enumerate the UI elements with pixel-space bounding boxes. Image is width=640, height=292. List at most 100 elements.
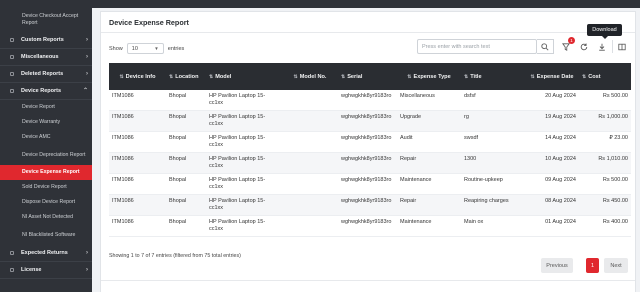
table-row[interactable]: ITM1086 Bhopal HP Pavilion Laptop 15-cc1xx… [109, 215, 631, 237]
table-cell: Reapiring charges [461, 194, 525, 216]
table-cell: ₽ 23.00 [579, 131, 631, 153]
table-row[interactable]: ITM1086 Bhopal HP Pavilion Laptop 15-cc1xx… [109, 131, 631, 153]
table-cell: Routine-upkeep [461, 173, 525, 195]
menu-icon [10, 72, 14, 76]
column-header[interactable]: ⇅ Model [206, 63, 282, 90]
sidebar-item-device-report[interactable]: Device Report [0, 100, 92, 115]
title-divider [101, 32, 635, 33]
sort-icon: ⇅ [464, 73, 469, 80]
show-label: Show [109, 45, 123, 52]
entries-select[interactable]: 10 ▼ [126, 43, 164, 54]
table-cell: 10 Aug 2024 [525, 152, 579, 174]
sidebar-item-license[interactable]: License › [0, 262, 92, 279]
sidebar-item-label: Device Depreciation Report [22, 151, 86, 158]
sidebar-item-device-amc[interactable]: Device AMC [0, 130, 92, 145]
table-cell: Bhopal [166, 215, 206, 237]
table-row[interactable]: ITM1086 Bhopal HP Pavilion Laptop 15-cc1xx… [109, 90, 631, 111]
table-cell: Bhopal [166, 131, 206, 153]
column-header[interactable]: ⇅ Cost [579, 63, 631, 90]
menu-icon [10, 38, 14, 42]
chevron-right-icon: › [86, 37, 88, 43]
sidebar-item-device-reports[interactable]: Device Reports ⌃ [0, 83, 92, 100]
sidebar-item-ni-asset-not-detected[interactable]: NI Asset Not Detected [0, 210, 92, 225]
table-cell: HP Pavilion Laptop 15-cc1xx [206, 131, 282, 153]
table-info: Showing 1 to 7 of 7 entries (filtered fr… [109, 253, 241, 259]
table-cell: ITM1086 [109, 194, 166, 216]
sort-icon: ⇅ [209, 73, 214, 80]
refresh-icon [580, 42, 587, 50]
sidebar-item-device-expense-report[interactable]: Device Expense Report [0, 165, 92, 180]
sidebar-item-label: Device Report [22, 104, 55, 110]
table-cell: Upgrade [397, 110, 461, 132]
table-cell: 08 Aug 2024 [525, 194, 579, 216]
table-cell: Bhopal [166, 90, 206, 111]
table-cell: Main ox [461, 215, 525, 237]
download-button[interactable] [595, 40, 608, 53]
table-cell: Maintenance [397, 173, 461, 195]
table-cell: dsfsf [461, 90, 525, 111]
page-1-button[interactable]: 1 [586, 258, 599, 273]
table-cell [282, 215, 338, 237]
sort-icon: ⇅ [582, 73, 587, 80]
column-header[interactable]: ⇅ Serial [338, 63, 397, 90]
columns-button[interactable] [612, 40, 630, 53]
sidebar-item-expected-returns[interactable]: Expected Returns › [0, 245, 92, 262]
table-cell: 19 Aug 2024 [525, 110, 579, 132]
sidebar-item-miscellaneous[interactable]: Miscellaneous › [0, 49, 92, 66]
sort-icon: ⇅ [169, 73, 174, 80]
next-page-button[interactable]: Next [604, 258, 628, 273]
filter-button[interactable]: 1 [559, 37, 575, 53]
refresh-button[interactable] [577, 40, 590, 53]
table-row[interactable]: ITM1086 Bhopal HP Pavilion Laptop 15-cc1xx… [109, 152, 631, 174]
download-tooltip: Download [587, 24, 622, 39]
table-cell: HP Pavilion Laptop 15-cc1xx [206, 194, 282, 216]
column-header[interactable]: ⇅ Device Info [109, 63, 166, 90]
entries-value: 10 [131, 45, 138, 52]
table-cell: rg [461, 110, 525, 132]
chevron-up-icon: ⌃ [82, 88, 88, 94]
entries-length-control: Show 10 ▼ entries [109, 43, 184, 54]
table-cell: Rs 1,010.00 [579, 152, 631, 174]
table-cell: wghwgkhk8yr9183ro [338, 173, 397, 195]
sidebar-item-device-depreciation-report[interactable]: Device Depreciation Report [0, 145, 92, 165]
sidebar-item-ni-blacklisted-software[interactable]: NI Blacklisted Software [0, 225, 92, 245]
sidebar-item-dispose-device-report[interactable]: Dispose Device Report [0, 195, 92, 210]
table-row[interactable]: ITM1086 Bhopal HP Pavilion Laptop 15-cc1xx… [109, 173, 631, 195]
table-cell: ITM1086 [109, 152, 166, 174]
table-cell [282, 110, 338, 132]
table-cell: Miscellaneous [397, 90, 461, 111]
table-cell: Rs 450.00 [579, 194, 631, 216]
table-row[interactable]: ITM1086 Bhopal HP Pavilion Laptop 15-cc1xx… [109, 194, 631, 216]
sidebar-item-device-warranty[interactable]: Device Warranty [0, 115, 92, 130]
chevron-right-icon: › [86, 267, 88, 273]
search-input[interactable]: Press enter with search text [417, 39, 537, 54]
column-header[interactable]: ⇅ Location [166, 63, 206, 90]
chevron-right-icon: › [86, 54, 88, 60]
table-cell: Rs 400.00 [579, 215, 631, 237]
column-header[interactable]: ⇅ Model No. [282, 63, 338, 90]
table-cell: ITM1086 [109, 90, 166, 111]
table-cell: Repair [397, 194, 461, 216]
column-header-label: Model No. [299, 73, 327, 80]
sidebar-item-sold-device-report[interactable]: Sold Device Report [0, 180, 92, 195]
sidebar-item-custom-reports[interactable]: Custom Reports › [0, 32, 92, 49]
search-button[interactable] [537, 39, 554, 54]
column-header-label: Device Info [125, 73, 156, 80]
sidebar-item-device-checkout-accept-report[interactable]: Device Checkout Accept Report [0, 8, 92, 32]
sidebar-item-deleted-reports[interactable]: Deleted Reports › [0, 66, 92, 83]
column-header[interactable]: ⇅ Title [461, 63, 525, 90]
menu-icon [10, 268, 14, 272]
sidebar: Device Checkout Accept Report Custom Repo… [0, 8, 92, 292]
column-header[interactable]: ⇅ Expense Date [525, 63, 579, 90]
sidebar-item-label: Device AMC [22, 134, 51, 140]
column-header-label: Expense Date [536, 73, 574, 80]
column-header[interactable]: ⇅ Expense Type [397, 63, 461, 90]
previous-page-button[interactable]: Previous [541, 258, 573, 273]
table-cell: Maintenance [397, 215, 461, 237]
table-cell: HP Pavilion Laptop 15-cc1xx [206, 152, 282, 174]
column-header-label: Serial [347, 73, 363, 80]
sidebar-item-label: Sold Device Report [22, 184, 67, 190]
column-header-label: Title [470, 73, 482, 80]
table-row[interactable]: ITM1086 Bhopal HP Pavilion Laptop 15-cc1xx… [109, 110, 631, 132]
sidebar-item-label: Device Expense Report [22, 169, 80, 175]
